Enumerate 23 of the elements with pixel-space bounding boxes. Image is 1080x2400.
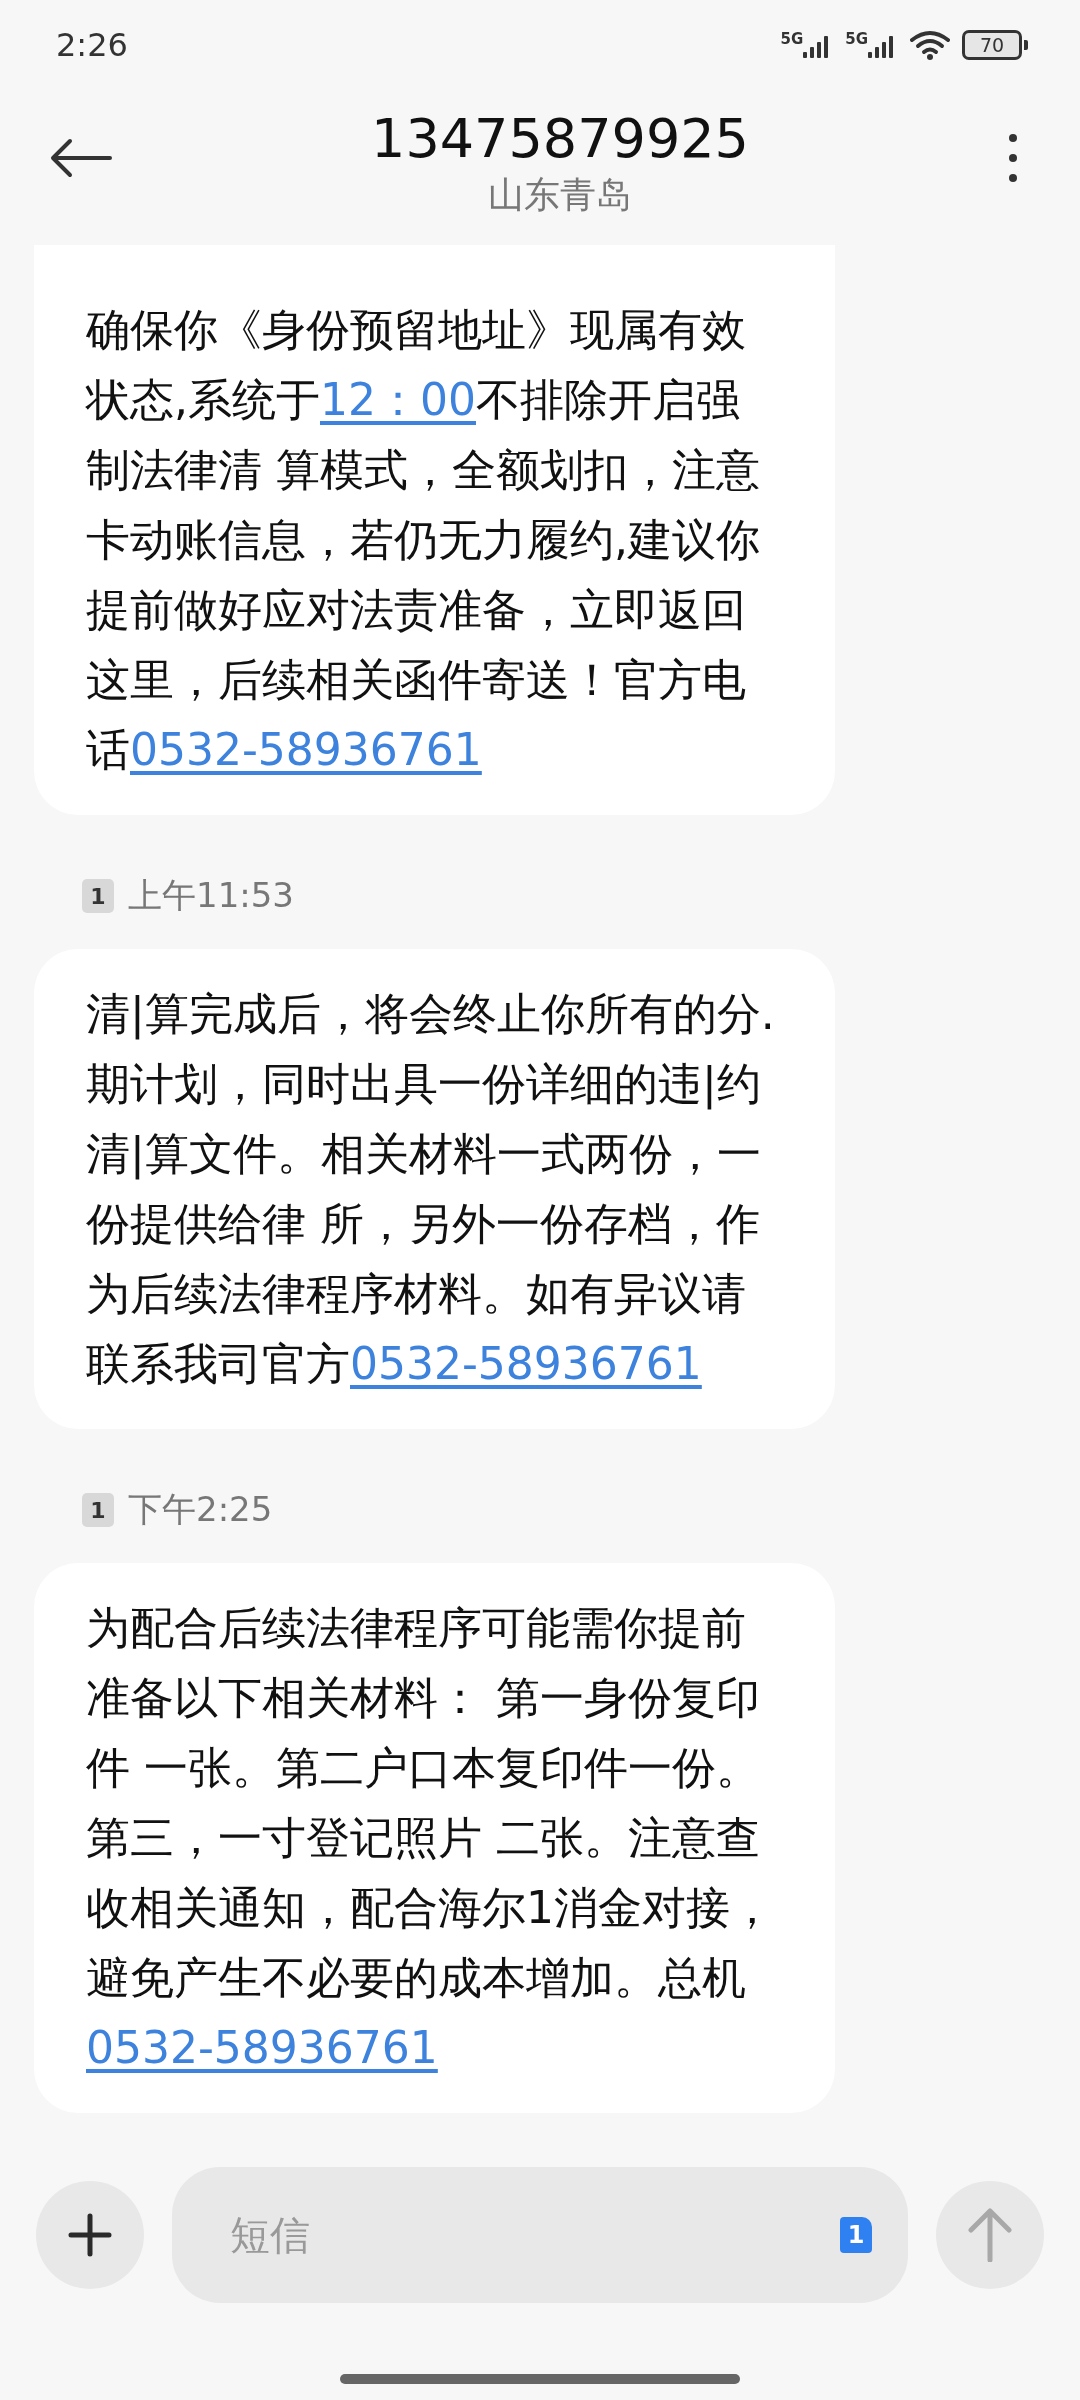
network-label: 5G: [845, 32, 868, 47]
sim-badge: 1: [82, 879, 114, 913]
message-time: 下午2:25: [128, 1488, 273, 1531]
message-time: 上午11:53: [128, 874, 294, 917]
back-arrow-icon: [50, 137, 112, 178]
sim-badge: 1: [82, 1493, 114, 1527]
message-text: 确保你《身份预留地址》现属有效状态,系统于12：00不排除开启强制法律清 算模式，全额划扣，注意卡动账信息，若仍无力履约,建议你提前做好应对法责准备，立即返回这里，后续相关函件寄送！官方电话0532-58936761: [86, 303, 761, 777]
message-text: 清|算完成后，将会终止你所有的分.期计划，同时出具一份详细的违|约清|算文件。相关材料一式两份，一份提供给律 所，另外一份存档，作为后续法律程序材料。如有异议请联系我司官方0532-58936761: [86, 987, 776, 1391]
status-time: 2:26: [56, 26, 128, 64]
contact-location: 山东青岛: [488, 172, 632, 217]
sim-card-icon[interactable]: 1: [840, 2217, 872, 2253]
plus-icon: [68, 2213, 112, 2257]
message-link[interactable]: 0532-58936761: [350, 1338, 702, 1389]
message-link[interactable]: 0532-58936761: [130, 724, 482, 775]
wifi-icon: [910, 30, 950, 60]
message-link[interactable]: 12：00: [320, 374, 476, 425]
more-icon: [1008, 132, 1018, 183]
message-text: 为配合后续法律程序可能需你提前准备以下相关材料： 第一身份复印件 一张。第二户口本复印件一份。第三，一寸登记照片 二张。注意查收相关通知，配合海尔1消金对接，避免产生不必要的成本增加。总机 0532-58936761: [86, 1601, 775, 2075]
contact-number: 13475879925: [371, 106, 749, 172]
message-link[interactable]: 0532-58936761: [86, 2022, 438, 2073]
up-arrow-icon: [968, 2208, 1012, 2262]
message-input[interactable]: 短信 1: [172, 2167, 908, 2303]
network-label: 5G: [780, 32, 804, 47]
